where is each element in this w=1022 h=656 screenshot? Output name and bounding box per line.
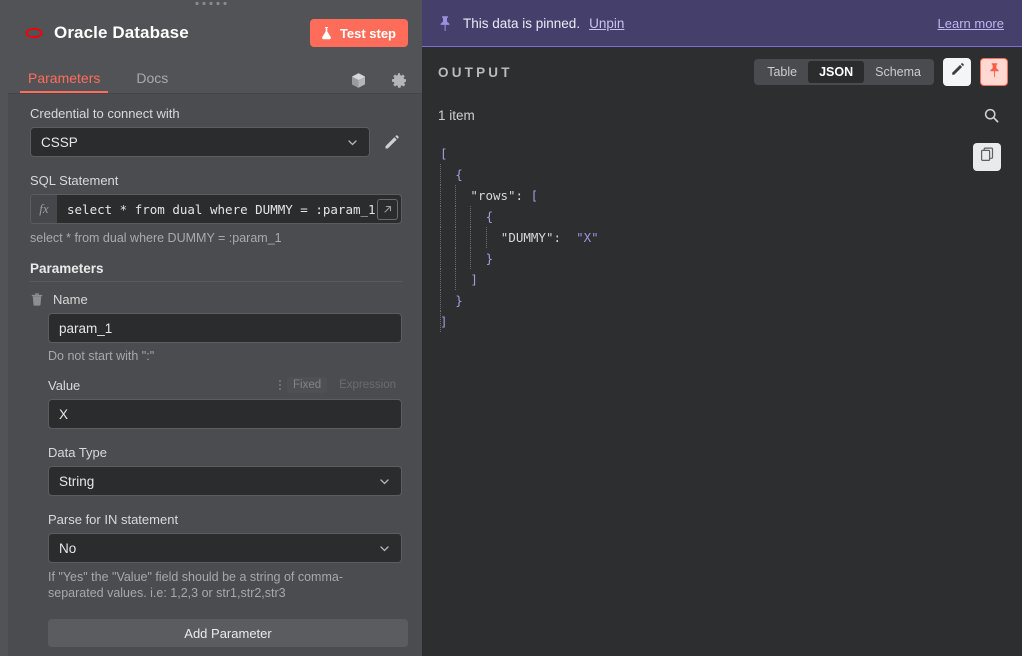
node-tabbar: Parameters Docs xyxy=(8,58,422,94)
oracle-logo-icon xyxy=(24,23,44,43)
chevron-down-icon xyxy=(378,475,391,488)
pinned-banner-text: This data is pinned. xyxy=(463,15,581,31)
pinned-data-banner: This data is pinned. Unpin Learn more xyxy=(422,0,1022,47)
fx-toggle[interactable]: fx xyxy=(31,195,57,223)
json-line-text: } xyxy=(455,293,463,308)
node-tabbar-icons xyxy=(350,72,408,93)
pin-icon xyxy=(988,62,1001,83)
output-title: OUTPUT xyxy=(438,64,513,80)
json-code-block: [ { "rows": [ { "DUMMY": "X"}]}] xyxy=(438,143,1022,332)
panel-drag-handle[interactable] xyxy=(195,2,227,5)
output-panel: This data is pinned. Unpin Learn more OU… xyxy=(422,0,1022,656)
parameter-value-input[interactable]: X xyxy=(48,399,402,429)
json-line: ] xyxy=(438,311,1022,332)
expand-icon[interactable] xyxy=(377,199,398,220)
search-icon[interactable] xyxy=(983,107,1000,124)
parameter-name-input[interactable]: param_1 xyxy=(48,313,402,343)
flask-icon xyxy=(320,26,333,40)
pencil-icon xyxy=(950,62,965,82)
tab-parameters-label: Parameters xyxy=(28,70,101,86)
credential-label: Credential to connect with xyxy=(30,106,180,121)
page-title: Oracle Database xyxy=(54,23,189,42)
pin-output-button[interactable] xyxy=(980,58,1008,86)
tab-parameters[interactable]: Parameters xyxy=(19,70,109,93)
json-line: } xyxy=(438,290,1022,311)
json-line: { xyxy=(438,206,1022,227)
parameter-value-label: Value xyxy=(48,377,81,393)
data-type-select[interactable]: String xyxy=(48,466,402,496)
add-parameter-button[interactable]: Add Parameter xyxy=(48,619,408,647)
json-line-text: [ xyxy=(440,146,448,161)
json-line-text: } xyxy=(485,251,494,266)
tab-docs-label: Docs xyxy=(136,70,169,86)
output-tab-json[interactable]: JSON xyxy=(808,61,865,83)
json-line: "rows": [ xyxy=(438,185,1022,206)
learn-more-link[interactable]: Learn more xyxy=(938,16,1004,31)
gear-icon[interactable] xyxy=(391,72,408,89)
json-line-text: ] xyxy=(440,314,448,329)
output-header: OUTPUT Table JSON Schema xyxy=(422,47,1022,97)
node-parameters-form: Credential to connect with CSSP SQL Stat… xyxy=(8,94,422,656)
credential-value: CSSP xyxy=(41,134,78,150)
parameter-value-value: X xyxy=(59,406,69,422)
pin-icon xyxy=(438,15,452,32)
output-tab-table[interactable]: Table xyxy=(756,61,808,83)
value-mode-expression[interactable]: Expression xyxy=(333,377,402,393)
sql-statement-label: SQL Statement xyxy=(30,173,119,188)
parameter-item: Name param_1 Do not start with ":" Value… xyxy=(30,282,408,647)
chevron-down-icon xyxy=(346,136,359,149)
parameters-section-title: Parameters xyxy=(30,261,402,282)
parameter-name-label: Name xyxy=(53,292,88,307)
unpin-link[interactable]: Unpin xyxy=(589,16,624,31)
value-mode-toggle[interactable]: Fixed Expression xyxy=(278,377,402,393)
json-line: { xyxy=(438,164,1022,185)
edit-output-button[interactable] xyxy=(943,58,971,86)
parse-in-value: No xyxy=(59,540,77,556)
drag-dots-icon xyxy=(278,380,281,390)
value-mode-fixed[interactable]: Fixed xyxy=(286,377,328,393)
test-step-button[interactable]: Test step xyxy=(309,19,408,47)
json-line: [ xyxy=(438,143,1022,164)
node-header: Oracle Database Test step xyxy=(8,8,422,58)
parse-in-label: Parse for IN statement xyxy=(48,512,179,527)
json-line-text: { xyxy=(485,209,494,224)
json-line: } xyxy=(438,248,1022,269)
output-json-viewer: [ { "rows": [ { "DUMMY": "X"}]}] xyxy=(422,133,1022,656)
json-line-text: ] xyxy=(470,272,478,287)
json-line: ] xyxy=(438,269,1022,290)
parse-in-hint: If "Yes" the "Value" field should be a s… xyxy=(48,570,343,600)
data-type-value: String xyxy=(59,473,95,489)
app-root: Oracle Database Test step Parameters Doc xyxy=(0,0,1022,656)
edit-credential-button[interactable] xyxy=(380,131,402,153)
output-item-count: 1 item xyxy=(438,107,475,123)
parameter-name-hint: Do not start with ":" xyxy=(48,349,155,363)
credential-select[interactable]: CSSP xyxy=(30,127,370,157)
json-line-text: "rows": [ xyxy=(470,188,539,203)
parameter-value-label-row: Value Fixed Expression xyxy=(48,377,402,393)
json-line: "DUMMY": "X" xyxy=(438,227,1022,248)
node-panel-inner: Oracle Database Test step Parameters Doc xyxy=(8,8,422,656)
sql-statement-preview: select * from dual where DUMMY = :param_… xyxy=(30,231,282,245)
output-subbar: 1 item xyxy=(422,97,1022,133)
test-step-label: Test step xyxy=(339,25,396,41)
output-view-tabs: Table JSON Schema xyxy=(754,59,934,85)
chevron-down-icon xyxy=(378,542,391,555)
json-line-text: { xyxy=(455,167,463,182)
parameter-name-value: param_1 xyxy=(59,320,113,336)
node-settings-panel: Oracle Database Test step Parameters Doc xyxy=(0,0,422,656)
sql-statement-field[interactable]: fx select * from dual where DUMMY = :par… xyxy=(30,194,402,224)
parameter-name-row: Name xyxy=(30,292,402,307)
json-line-text: "DUMMY": "X" xyxy=(500,230,599,245)
output-tab-schema[interactable]: Schema xyxy=(864,61,932,83)
credential-row: CSSP xyxy=(30,127,402,157)
data-type-label: Data Type xyxy=(48,445,108,460)
parse-in-select[interactable]: No xyxy=(48,533,402,563)
sql-statement-value: select * from dual where DUMMY = :param_… xyxy=(67,201,376,217)
trash-icon[interactable] xyxy=(30,293,44,307)
cube-icon[interactable] xyxy=(350,72,367,89)
tab-docs[interactable]: Docs xyxy=(132,70,172,93)
